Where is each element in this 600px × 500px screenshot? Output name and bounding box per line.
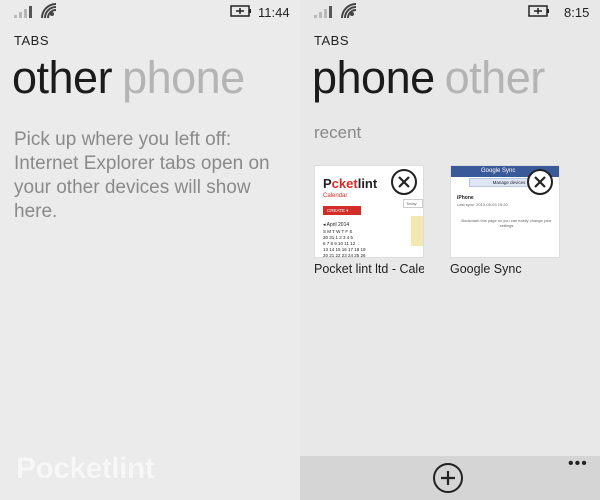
status-time: 11:44 bbox=[258, 5, 290, 20]
calendar-month: ◂ April 2014 bbox=[323, 222, 350, 228]
app-title: TABS bbox=[14, 33, 49, 48]
plus-icon bbox=[441, 471, 455, 485]
create-button: CREATE ▾ bbox=[323, 206, 361, 215]
calendar-heading: Calendar bbox=[323, 193, 348, 199]
new-tab-button[interactable] bbox=[433, 463, 463, 493]
tab-title-google-sync[interactable]: Google Sync bbox=[450, 262, 560, 276]
status-bar: 8:15 bbox=[300, 0, 600, 24]
pivot-item-phone[interactable]: phone bbox=[122, 52, 245, 103]
pivot-header: other phone bbox=[12, 54, 245, 102]
status-time: 8:15 bbox=[564, 5, 590, 20]
left-screen: 11:44 TABS other phone Pick up where you … bbox=[0, 0, 300, 500]
close-tab-button[interactable] bbox=[527, 169, 553, 195]
today-button: Today bbox=[403, 199, 423, 208]
google-sync-title: Google Sync bbox=[481, 168, 516, 174]
pivot-item-other[interactable]: other bbox=[445, 52, 546, 103]
tab-title-pocketlint[interactable]: Pocket lint ltd - Cale bbox=[314, 262, 424, 276]
event-list bbox=[411, 216, 423, 246]
pivot-item-phone[interactable]: phone bbox=[312, 52, 435, 103]
wifi-icon bbox=[41, 3, 57, 19]
more-options-button[interactable]: ••• bbox=[568, 456, 588, 472]
wifi-icon bbox=[341, 3, 357, 19]
pivot-header: phone other bbox=[312, 54, 545, 102]
battery-charging-icon bbox=[230, 5, 251, 17]
status-bar: 11:44 bbox=[0, 0, 300, 24]
close-icon bbox=[534, 176, 546, 188]
close-tab-button[interactable] bbox=[391, 169, 417, 195]
signal-strength-icon bbox=[14, 5, 36, 18]
calendar-grid: S M T W T F S 30 31 1 2 3 4 5 6 7 8 9 10… bbox=[323, 229, 366, 258]
signal-strength-icon bbox=[314, 5, 336, 18]
device-name: iPhone bbox=[457, 195, 474, 201]
battery-charging-icon bbox=[528, 5, 549, 17]
close-icon bbox=[398, 176, 410, 188]
app-title: TABS bbox=[314, 33, 349, 48]
last-sync-text: Last sync: 2013-05-03 15:20 bbox=[457, 202, 508, 207]
pocketlint-logo: Pcketlint bbox=[323, 176, 378, 191]
app-bar: ••• bbox=[300, 456, 600, 500]
pivot-item-other[interactable]: other bbox=[12, 52, 113, 103]
empty-state-message: Pick up where you left off: Internet Exp… bbox=[14, 129, 270, 222]
watermark-logo: Pocketlint bbox=[16, 452, 155, 485]
section-label-recent: recent bbox=[314, 123, 362, 142]
bookmark-note: Bookmark this page so you can easily cha… bbox=[461, 218, 552, 228]
